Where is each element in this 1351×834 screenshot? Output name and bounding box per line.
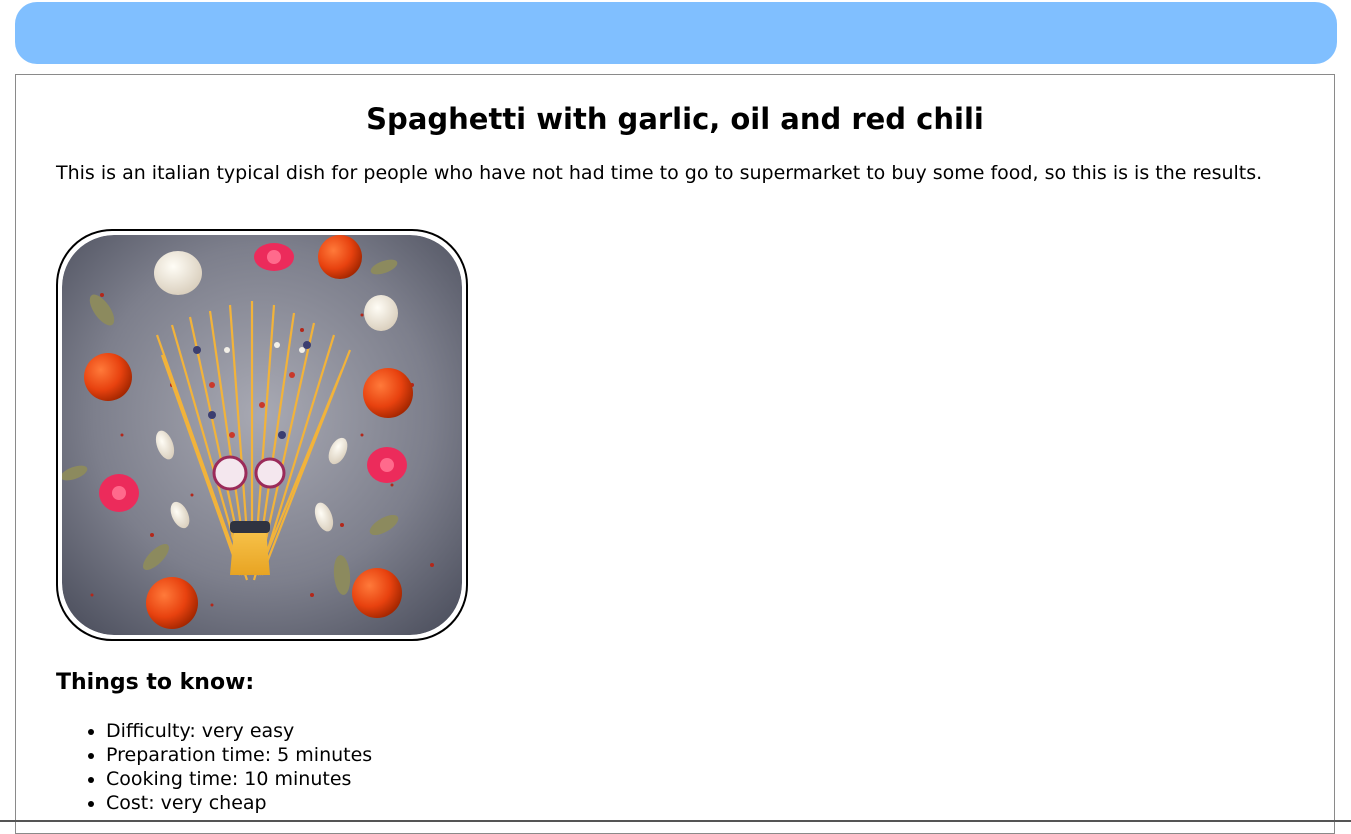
list-item: Preparation time: 5 minutes [106, 743, 372, 767]
list-item: Difficulty: very easy [106, 719, 372, 743]
header-bar [15, 2, 1337, 64]
recipe-photo-frame [56, 229, 468, 641]
recipe-photo [62, 235, 462, 635]
list-item: Cost: very cheap [106, 791, 372, 815]
recipe-card: Spaghetti with garlic, oil and red chili… [15, 74, 1335, 834]
list-item: Cooking time: 10 minutes [106, 767, 372, 791]
things-to-know-heading: Things to know: [56, 670, 255, 695]
page-title: Spaghetti with garlic, oil and red chili [366, 102, 984, 136]
facts-list: Difficulty: very easy Preparation time: … [56, 719, 372, 815]
recipe-description: This is an italian typical dish for peop… [56, 162, 1263, 184]
